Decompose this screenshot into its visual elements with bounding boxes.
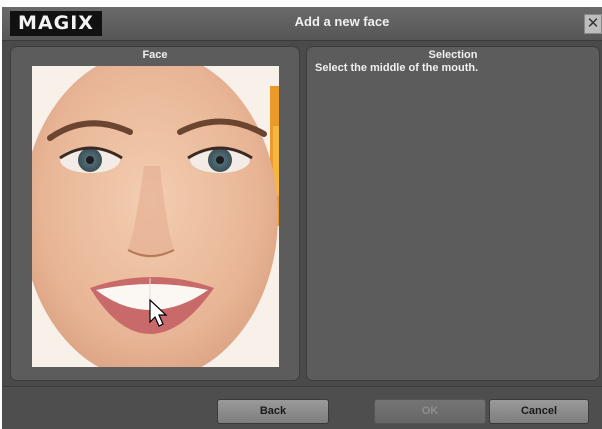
ok-button[interactable]: OK bbox=[374, 399, 486, 424]
face-photo[interactable] bbox=[32, 66, 279, 367]
dialog-title: Add a new face bbox=[294, 14, 390, 29]
button-bar: Back OK Cancel bbox=[2, 386, 602, 429]
selection-panel-header: Selection bbox=[428, 49, 478, 61]
selection-panel: Selection Select the middle of the mouth… bbox=[306, 46, 600, 381]
add-face-dialog: MAGIX Add a new face ✕ Face Selection Se… bbox=[2, 7, 602, 429]
selection-instruction: Select the middle of the mouth. bbox=[315, 62, 479, 74]
cancel-button[interactable]: Cancel bbox=[489, 399, 589, 424]
magix-logo: MAGIX bbox=[10, 11, 102, 36]
face-panel: Face bbox=[10, 46, 300, 381]
back-button[interactable]: Back bbox=[217, 399, 329, 424]
close-icon[interactable]: ✕ bbox=[584, 14, 602, 34]
face-panel-header: Face bbox=[142, 49, 168, 61]
title-bar: MAGIX Add a new face ✕ bbox=[2, 7, 602, 41]
face-photo-image bbox=[32, 66, 279, 367]
